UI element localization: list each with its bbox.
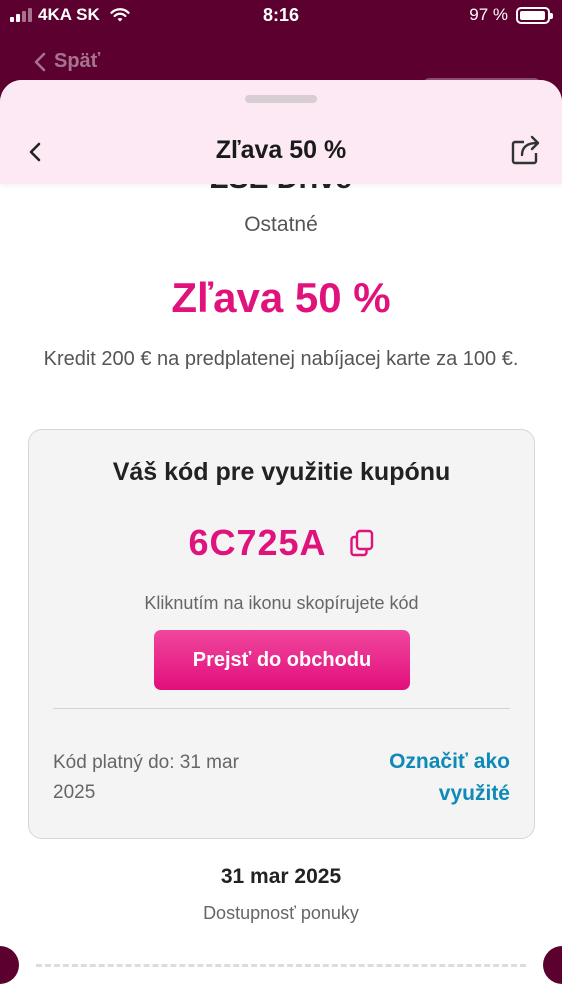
copy-icon[interactable] — [349, 529, 375, 557]
status-right: 97 % — [469, 5, 553, 25]
copy-hint: Kliknutím na ikonu skopírujete kód — [144, 593, 419, 613]
page-title: Zľava 50 % — [215, 136, 347, 164]
sheet-grabber[interactable] — [245, 95, 317, 103]
share-icon[interactable] — [510, 134, 542, 166]
underlying-back-label: Späť — [54, 50, 101, 72]
coupon-detail-sheet: Zľava 50 % ZSE Drive Ostatné Zľava 50 % … — [0, 80, 562, 1000]
underlying-back-link: Späť — [34, 50, 100, 73]
ticket-perforation — [36, 964, 526, 967]
availability-date: 31 mar 2025 — [220, 865, 342, 888]
go-to-shop-button[interactable]: Prejsť do obchodu — [154, 630, 410, 690]
battery-fill — [520, 10, 546, 20]
discount-heading: Zľava 50 % — [171, 274, 391, 321]
sheet-header: Zľava 50 % — [0, 80, 562, 184]
offer-description: Kredit 200 € na predplatenej nabíjacej k… — [43, 348, 519, 370]
coupon-card: Váš kód pre využitie kupónu 6C725A Klikn… — [28, 429, 535, 839]
chevron-left-icon — [34, 52, 46, 71]
coupon-code-row: 6C725A — [29, 522, 534, 564]
battery-icon — [516, 6, 553, 24]
mark-as-used-link[interactable]: Označiť ako využité — [320, 746, 510, 810]
underlying-nav: Späť — [0, 44, 562, 90]
ticket-notch-right — [543, 946, 562, 984]
status-bar: 4KA SK 8:16 97 % — [0, 0, 562, 34]
offer-category: Ostatné — [244, 213, 318, 236]
battery-percentage: 97 % — [469, 5, 508, 24]
code-validity: Kód platný do: 31 mar 2025 — [53, 752, 239, 803]
coupon-code[interactable]: 6C725A — [188, 522, 326, 564]
divider — [53, 708, 510, 709]
ticket-notch-left — [0, 946, 19, 984]
availability-label: Dostupnosť ponuky — [203, 903, 359, 923]
coupon-card-title: Váš kód pre využitie kupónu — [112, 458, 451, 486]
